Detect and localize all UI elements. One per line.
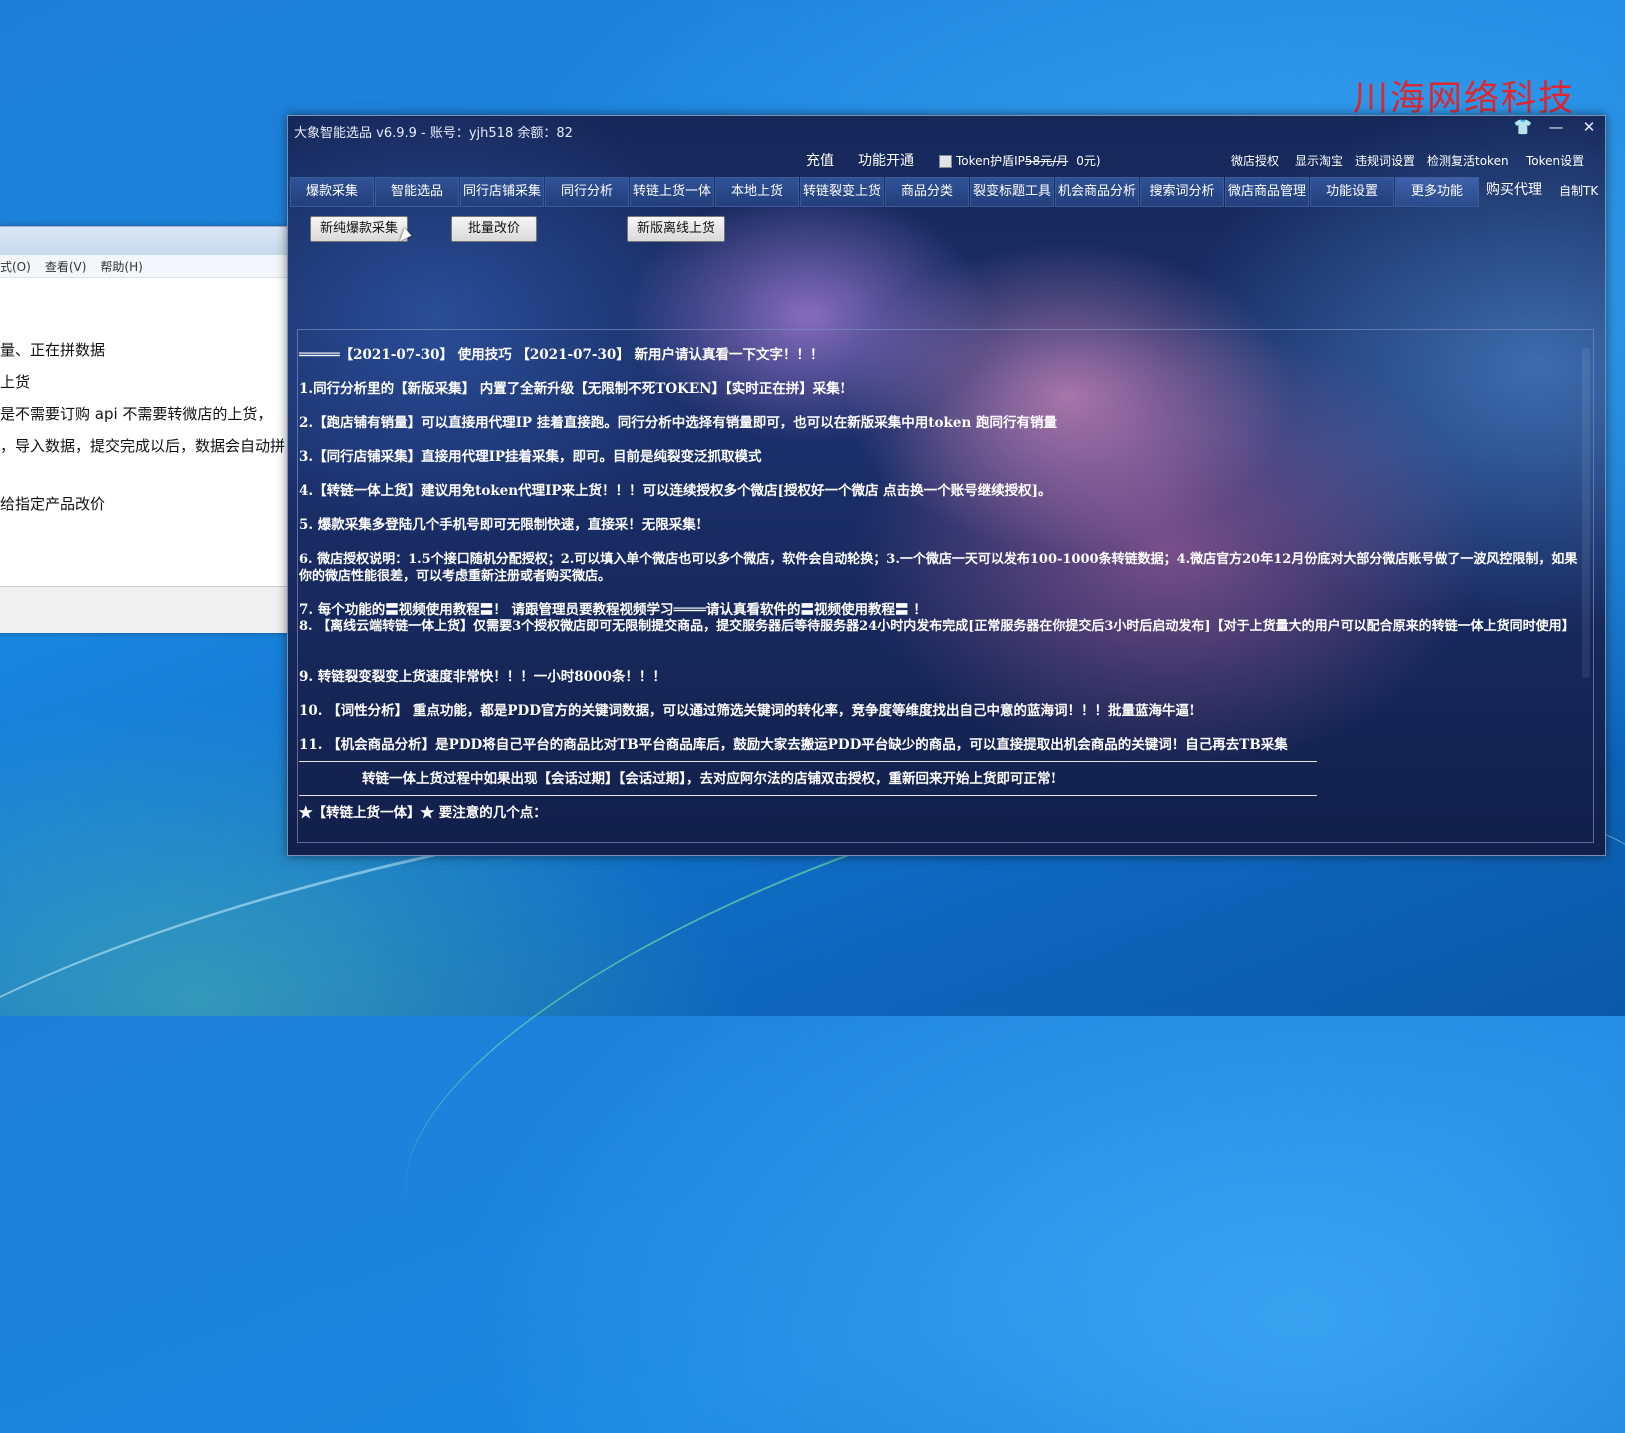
menu-format[interactable]: 式(O) (0, 258, 31, 275)
background-window-titlebar[interactable] (0, 227, 288, 255)
tab-smart-select[interactable]: 智能选品 (375, 177, 459, 207)
scrollbar-thumb[interactable] (1582, 348, 1590, 678)
tab-peer-shop-collect[interactable]: 同行店铺采集 (460, 177, 544, 207)
watermark-text: 川海网络科技 (1353, 79, 1576, 119)
buy-agent-link[interactable]: 购买代理 (1486, 179, 1542, 199)
token-ip-option[interactable]: Token护盾IP58元/月 0元) (939, 152, 1101, 174)
token-ip-old-price: 58元/月 (1024, 154, 1069, 168)
show-taobao-button[interactable]: 显示淘宝 (1295, 152, 1343, 174)
tab-local-upload[interactable]: 本地上货 (715, 177, 799, 207)
notice-scrollbar[interactable] (1579, 330, 1593, 842)
tab-shop-product-manage[interactable]: 微店商品管理 (1225, 177, 1309, 207)
app-title: 大象智能选品 v6.9.9 - 账号：yjh518 余额：82 (294, 126, 573, 141)
notice-item: 6. 微店授权说明：1.5个接口随机分配授权；2.可以填入单个微店也可以多个微店… (299, 552, 1578, 584)
notice-footer: ★【转链上货一体】★ 要注意的几个点： (299, 805, 547, 821)
tab-peer-analysis[interactable]: 同行分析 (545, 177, 629, 207)
token-settings-button[interactable]: Token设置 (1526, 152, 1584, 174)
divider (299, 761, 1317, 762)
background-window-statusbar (0, 586, 288, 633)
batch-price-button[interactable]: 批量改价 (451, 216, 537, 242)
activate-button[interactable]: 功能开通 (858, 150, 914, 172)
notice-item: 1.同行分析里的【新版采集】 内置了全新升级【无限制不死TOKEN】【实时正在拼… (299, 381, 846, 397)
tab-fission-upload[interactable]: 转链裂变上货 (800, 177, 884, 207)
background-window-menubar: 式(O) 查看(V) 帮助(H) (0, 255, 288, 278)
tab-hot-collect[interactable]: 爆款采集 (290, 177, 374, 207)
app-window: 大象智能选品 v6.9.9 - 账号：yjh518 余额：82 👕 — ✕ 充值… (287, 115, 1606, 856)
menu-help[interactable]: 帮助(H) (100, 258, 142, 275)
notice-item: 9. 转链裂变裂变上货速度非常快！！！一小时8000条！！！ (299, 669, 666, 685)
notice-item: 7. 每个功能的〓视频使用教程〓！ 请跟管理员要教程视频学习════请认真看软件… (299, 602, 927, 618)
tab-opportunity-analysis[interactable]: 机会商品分析 (1055, 177, 1139, 207)
bg-text-line: 上货 (0, 373, 31, 391)
notice-text-area[interactable]: ═════【2021-07-30】 使用技巧 【2021-07-30】 新用户请… (297, 329, 1594, 843)
menu-view[interactable]: 查看(V) (45, 258, 87, 275)
token-ip-checkbox[interactable] (939, 155, 952, 168)
token-ip-label: Token护盾IP (956, 154, 1025, 168)
notice-item: 3.【同行店铺采集】直接用代理IP挂着采集，即可。目前是纯裂变泛抓取模式 (299, 449, 762, 465)
notice-item: 4.【转链一体上货】建议用免token代理IP来上货！！！可以连续授权多个微店[… (299, 483, 1052, 499)
main-tabs: 爆款采集 智能选品 同行店铺采集 同行分析 转链上货一体 本地上货 转链裂变上货… (290, 177, 1480, 207)
recharge-button[interactable]: 充值 (806, 150, 834, 172)
new-hot-collect-button[interactable]: 新纯爆款采集 (310, 216, 408, 242)
notice-item: 10. 【词性分析】 重点功能，都是PDD官方的关键词数据，可以通过筛选关键词的… (299, 703, 1195, 719)
divider (299, 795, 1317, 796)
skin-icon[interactable]: 👕 (1510, 118, 1536, 136)
tab-category[interactable]: 商品分类 (885, 177, 969, 207)
check-token-button[interactable]: 检测复活token (1427, 152, 1509, 174)
minimize-button[interactable]: — (1543, 118, 1569, 136)
tab-more-functions[interactable]: 更多功能 (1395, 177, 1479, 207)
token-ip-price: 0元) (1076, 154, 1101, 168)
bg-text-line: 是不需要订购 api 不需要转微店的上货， (0, 405, 273, 423)
tab-link-upload[interactable]: 转链上货一体 (630, 177, 714, 207)
tab-search-word-analysis[interactable]: 搜索词分析 (1140, 177, 1224, 207)
notice-item: 2.【跑店铺有销量】可以直接用代理IP 挂着直接跑。同行分析中选择有销量即可，也… (299, 415, 1057, 431)
self-made-link[interactable]: 自制TK (1559, 182, 1598, 199)
violation-words-button[interactable]: 违规词设置 (1355, 152, 1415, 174)
bg-text-line: 给指定产品改价 (0, 495, 106, 513)
notice-item: 11. 【机会商品分析】是PDD将自己平台的商品比对TB平台商品库后，鼓励大家去… (299, 737, 1288, 753)
tab-function-settings[interactable]: 功能设置 (1310, 177, 1394, 207)
notice-item: 5. 爆款采集多登陆几个手机号即可无限制快速，直接采！无限采集! (299, 517, 702, 533)
session-note: 转链一体上货过程中如果出现【会话过期】【会话过期】，去对应阿尔法的店铺双击授权，… (362, 771, 1057, 787)
notice-item: 8. 【离线云端转链一体上货】仅需要3个授权微店即可无限制提交商品，提交服务器后… (299, 619, 1575, 634)
notice-header: ═════【2021-07-30】 使用技巧 【2021-07-30】 新用户请… (299, 347, 824, 363)
offline-upload-button[interactable]: 新版离线上货 (627, 216, 725, 242)
shop-auth-button[interactable]: 微店授权 (1231, 152, 1279, 174)
close-button[interactable]: ✕ (1576, 118, 1602, 136)
background-notepad-window[interactable]: 式(O) 查看(V) 帮助(H) 量、正在拼数据 上货 是不需要订购 api 不… (0, 226, 288, 633)
tab-title-tool[interactable]: 裂变标题工具 (970, 177, 1054, 207)
bg-text-line: 量、正在拼数据 (0, 341, 106, 359)
bg-text-line: ，导入数据，提交完成以后，数据会自动拼 (0, 437, 286, 455)
